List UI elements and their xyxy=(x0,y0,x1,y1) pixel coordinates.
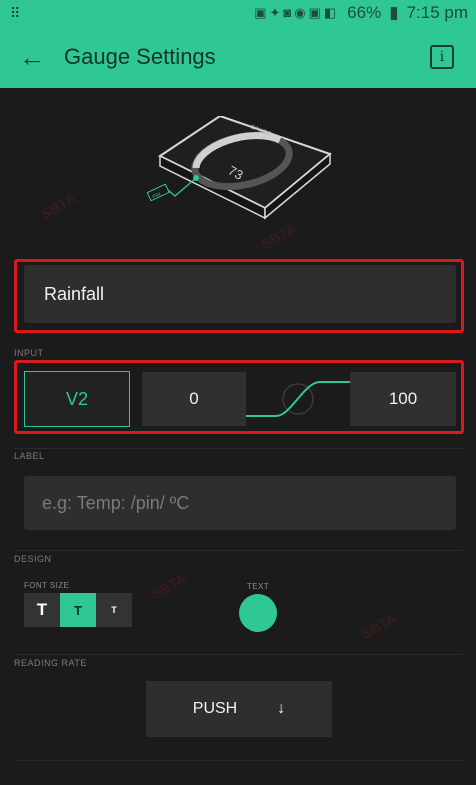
gauge-widget-illustration: 73 GAUGE PIN xyxy=(146,116,333,220)
notification-dots-icon: ⠿ xyxy=(10,4,22,21)
input-section-label: INPUT xyxy=(14,348,44,358)
app-bar: ← Gauge Settings i xyxy=(0,26,476,88)
divider xyxy=(14,760,462,761)
text-color-picker[interactable] xyxy=(239,594,277,632)
watermark: SBTA xyxy=(358,609,399,643)
font-size-medium-button[interactable]: T xyxy=(60,593,96,627)
label-field[interactable] xyxy=(24,476,456,530)
design-section-label: DESIGN xyxy=(14,554,52,564)
settings-content[interactable]: 73 GAUGE PIN Rainfall INPUT V2 0 100 LAB… xyxy=(0,88,476,785)
page-title: Gauge Settings xyxy=(64,44,216,69)
mapping-curve-icon xyxy=(246,381,350,417)
watermark: SBTA xyxy=(148,569,189,603)
status-right: ▣✦◙◉▣◧ 66% ▮ 7:15 pm xyxy=(254,3,468,23)
status-bar: ⠿ ▣✦◙◉▣◧ 66% ▮ 7:15 pm xyxy=(0,0,476,26)
pin-value: V2 xyxy=(65,388,89,409)
divider xyxy=(14,448,462,449)
font-size-label: FONT SIZE xyxy=(24,581,70,590)
min-value: 0 xyxy=(189,389,199,408)
watermark: SBTA xyxy=(38,189,79,223)
reading-rate-value: PUSH xyxy=(192,700,238,717)
font-size-small-label: T xyxy=(111,605,117,615)
arrow-down-icon: ↓ xyxy=(277,700,286,717)
info-icon[interactable]: i xyxy=(430,45,454,69)
divider xyxy=(14,654,462,655)
illustration-pin-tag: PIN xyxy=(152,191,162,200)
battery-icon: ▮ xyxy=(389,3,399,22)
min-value-field[interactable]: 0 xyxy=(142,372,246,426)
widget-name-field[interactable]: Rainfall xyxy=(24,265,456,323)
pin-selector-button[interactable]: V2 xyxy=(24,371,130,427)
font-size-medium-label: T xyxy=(74,602,82,618)
label-input[interactable] xyxy=(42,492,456,514)
widget-name-value: Rainfall xyxy=(44,283,105,304)
label-section-label: LABEL xyxy=(14,451,45,461)
max-value: 100 xyxy=(388,389,418,408)
text-color-label: TEXT xyxy=(247,582,270,591)
font-size-large-button[interactable]: T xyxy=(24,593,60,627)
battery-percent: 66% xyxy=(347,3,382,22)
reading-rate-dropdown[interactable]: PUSH ↓ xyxy=(146,681,332,737)
font-size-large-label: T xyxy=(36,600,48,619)
max-value-field[interactable]: 100 xyxy=(350,372,456,426)
font-size-selector: T T T xyxy=(24,593,132,627)
status-icons: ▣✦◙◉▣◧ xyxy=(254,5,340,20)
status-time: 7:15 pm xyxy=(406,3,468,22)
divider xyxy=(14,550,462,551)
font-size-small-button[interactable]: T xyxy=(96,593,132,627)
reading-rate-label: READING RATE xyxy=(14,658,87,668)
back-arrow-icon[interactable]: ← xyxy=(0,42,64,73)
